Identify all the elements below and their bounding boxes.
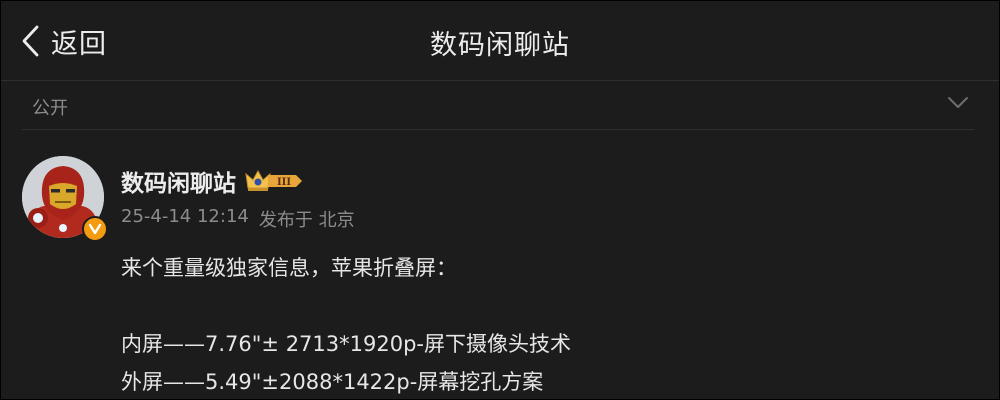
post-source: 发布于 北京 <box>258 210 355 231</box>
post-line-blank <box>121 287 981 325</box>
crown-member-badge-icon[interactable]: III <box>244 168 304 194</box>
author-line: 数码闲聊站 III <box>121 164 304 198</box>
avatar[interactable] <box>22 156 108 242</box>
post-line: 内屏——7.76"± 2713*1920p-屏下摄像头技术 <box>121 332 571 356</box>
visibility-selector[interactable]: 公开 <box>1 81 999 129</box>
verified-badge <box>82 216 108 242</box>
visibility-label: 公开 <box>32 98 68 119</box>
divider <box>22 129 974 130</box>
top-nav-bar: 返回 数码闲聊站 <box>1 1 999 81</box>
post-body: 来个重量级独家信息，苹果折叠屏： 内屏——7.76"± 2713*1920p-屏… <box>121 249 981 399</box>
post-line: 外屏——5.49"±2088*1422p-屏幕挖孔方案 <box>121 370 544 394</box>
page-title: 数码闲聊站 <box>430 30 570 61</box>
chevron-down-icon <box>948 97 968 108</box>
post-meta: 25-4-14 12:14 发布于 北京 <box>121 206 355 232</box>
author-name[interactable]: 数码闲聊站 <box>121 164 236 198</box>
post-date: 25-4-14 12:14 <box>121 206 249 227</box>
verified-v-icon <box>88 223 102 235</box>
member-level-text: III <box>277 177 291 188</box>
app-screen: 返回 数码闲聊站 公开 数码闲聊站 III 25-4-14 12:14 发布于 … <box>1 1 999 399</box>
post-line: 来个重量级独家信息，苹果折叠屏： <box>121 256 457 280</box>
